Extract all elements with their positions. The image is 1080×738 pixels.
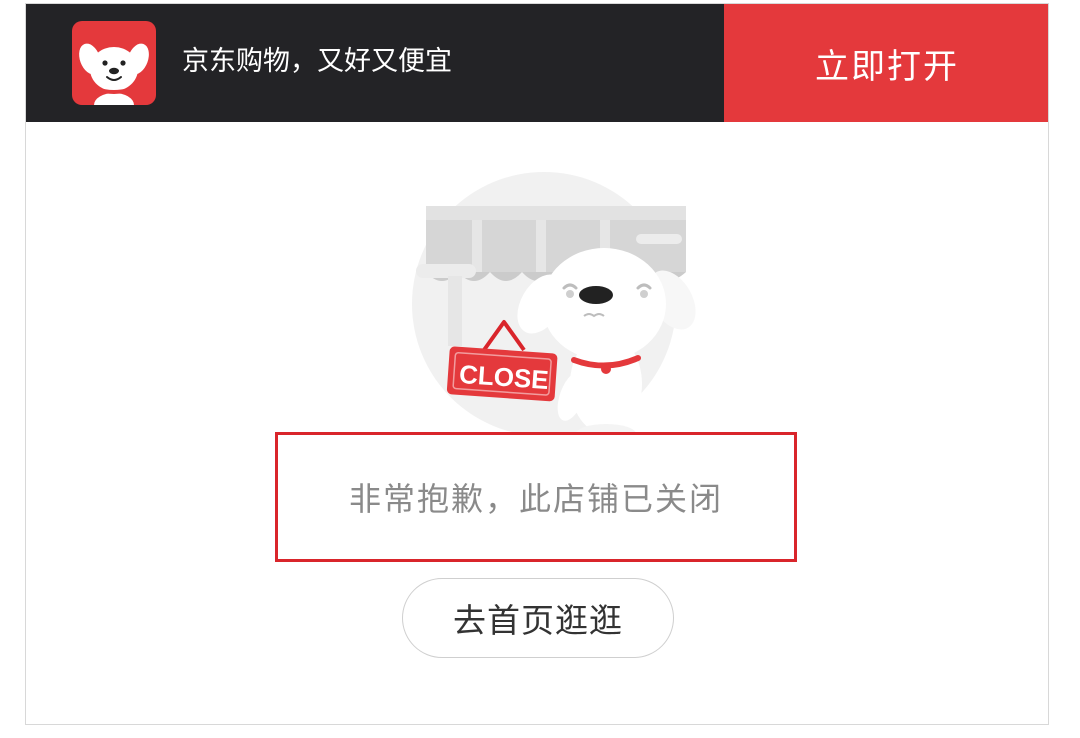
- go-home-button[interactable]: 去首页逛逛: [402, 578, 674, 658]
- store-closed-message: 非常抱歉，此店铺已关闭: [348, 480, 723, 518]
- store-closed-message-box: 非常抱歉，此店铺已关闭: [275, 432, 797, 562]
- banner-app-title: 京东购物，又好又便宜: [182, 46, 452, 77]
- app-download-banner: 京东购物，又好又便宜 立即打开: [26, 4, 1048, 122]
- jd-dog-logo-icon[interactable]: [72, 21, 156, 105]
- open-app-button[interactable]: 立即打开: [724, 4, 1048, 122]
- close-sign-text: CLOSE: [458, 359, 549, 395]
- closed-store-dog-illustration: CLOSE: [386, 164, 736, 454]
- page-frame: 京东购物，又好又便宜 立即打开 CLOSE 非常抱歉，此店铺已关闭 去首页逛逛: [25, 3, 1049, 725]
